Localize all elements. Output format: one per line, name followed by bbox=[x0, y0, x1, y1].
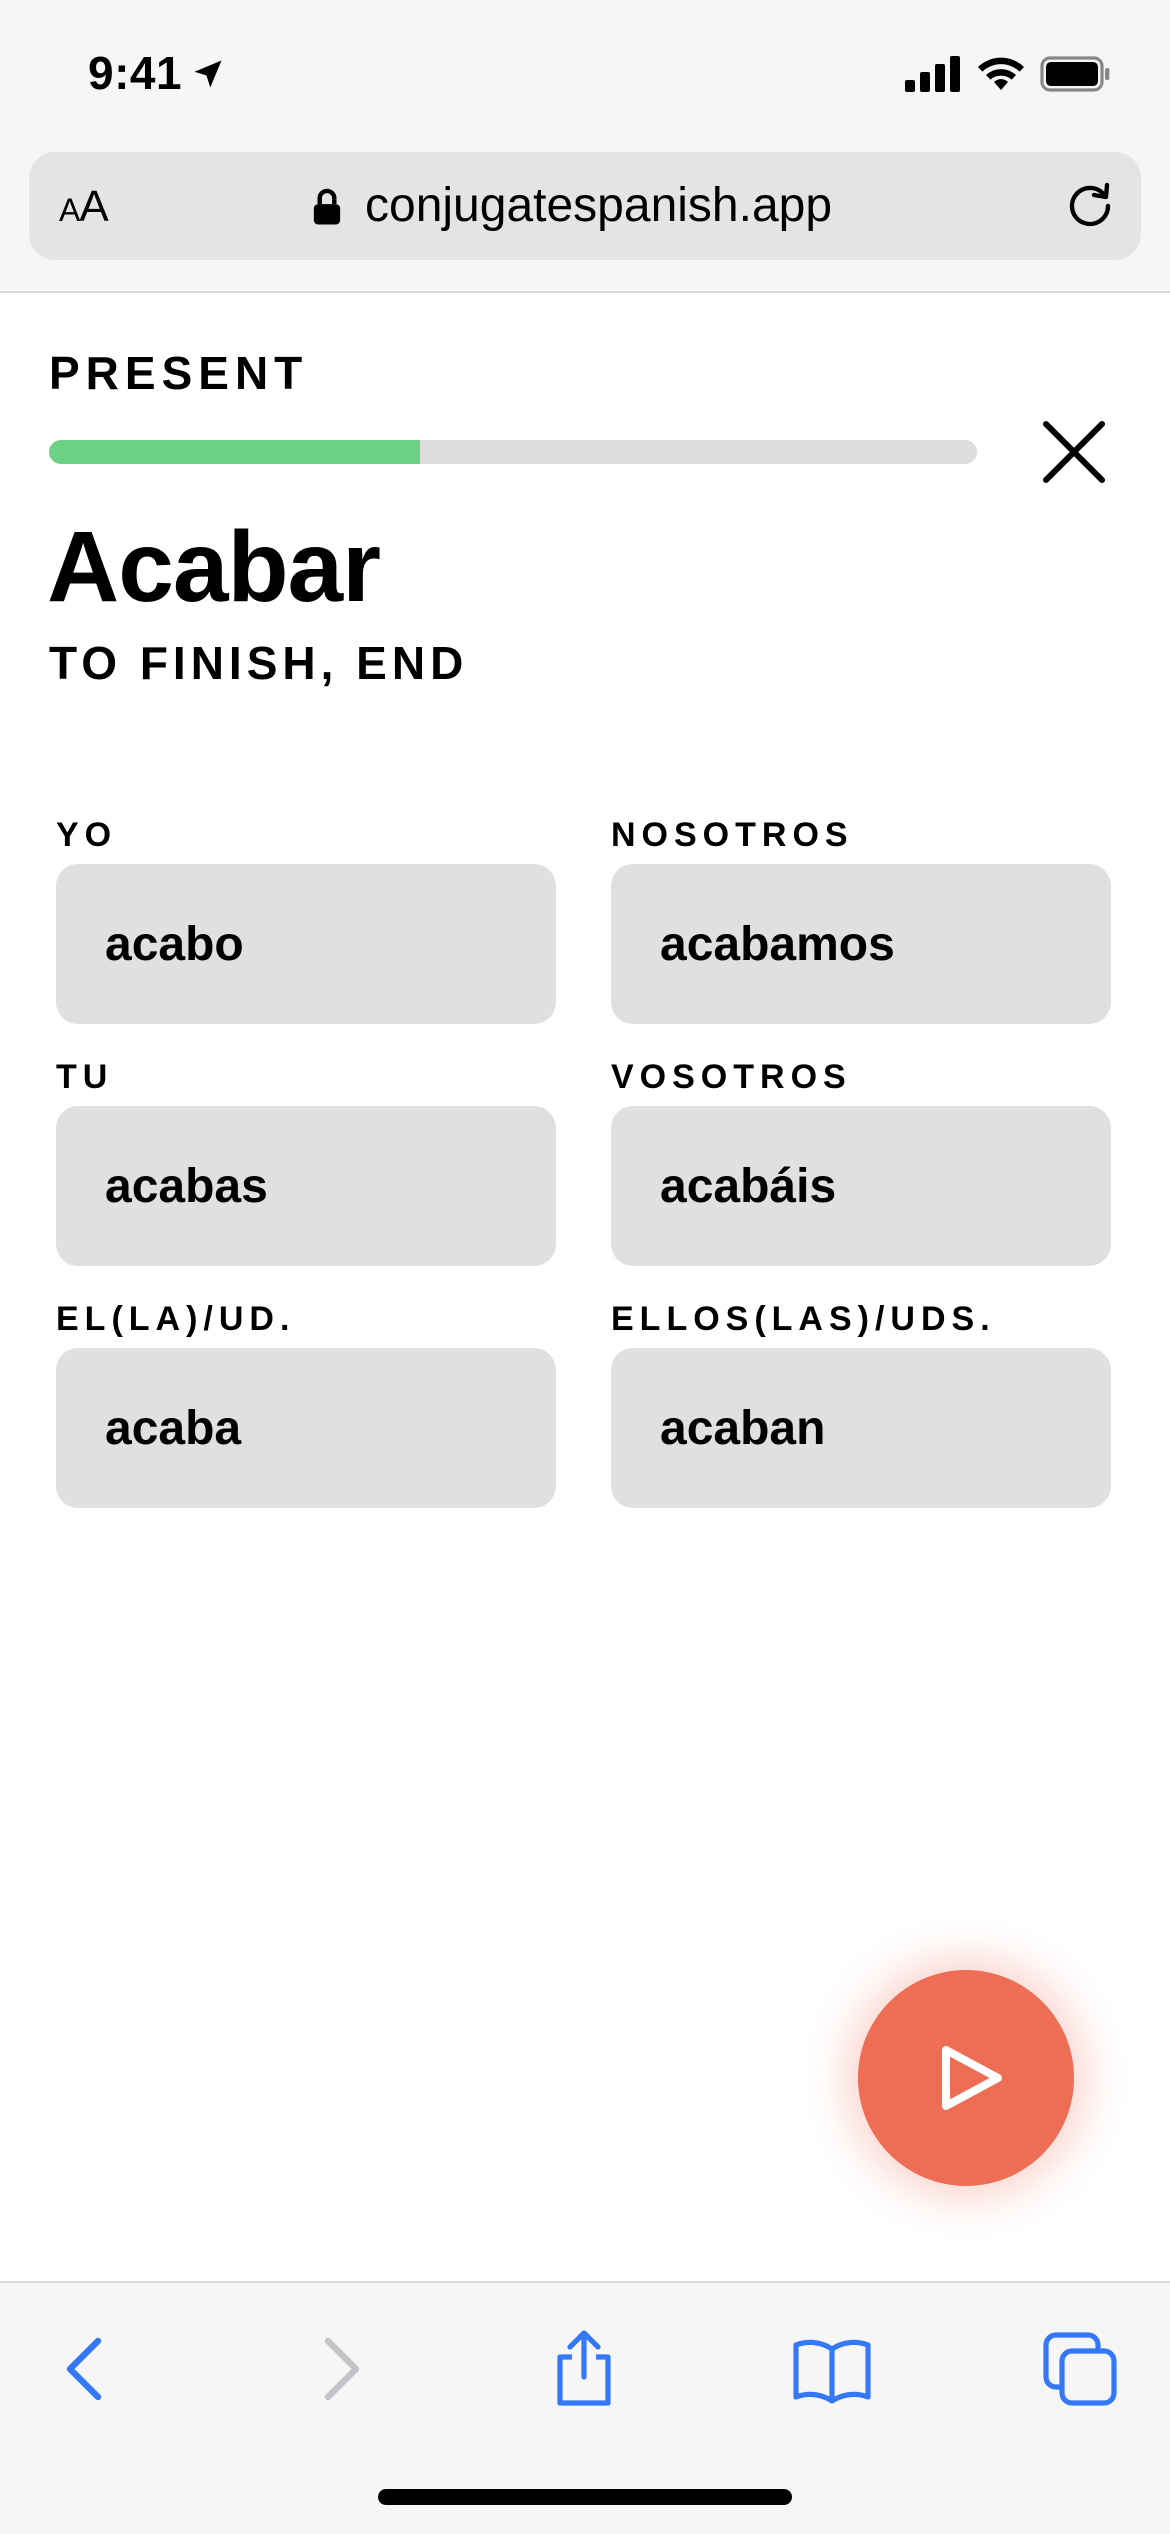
cellular-signal-icon bbox=[905, 56, 960, 92]
browser-bottom-toolbar bbox=[0, 2281, 1170, 2534]
wifi-icon bbox=[978, 57, 1024, 90]
close-icon[interactable] bbox=[1040, 418, 1108, 486]
conjugation-cell: EL(LA)/UD. acaba bbox=[56, 1296, 556, 1508]
answer-field-ellos-las-uds[interactable]: acaban bbox=[611, 1348, 1111, 1508]
pronoun-label: VOSOTROS bbox=[611, 1058, 852, 1096]
browser-top-bar: 9:41 AA conjugatespanish.app bbox=[0, 0, 1170, 293]
share-icon[interactable] bbox=[544, 2329, 624, 2409]
home-indicator bbox=[378, 2489, 792, 2505]
play-icon bbox=[942, 2046, 1002, 2110]
lock-icon bbox=[313, 188, 341, 225]
status-time: 9:41 bbox=[88, 47, 183, 99]
location-arrow-icon bbox=[194, 60, 222, 88]
pronoun-label: EL(LA)/UD. bbox=[56, 1300, 296, 1338]
conjugation-cell: YO acabo bbox=[56, 812, 556, 1024]
answer-field-el-la-ud[interactable]: acaba bbox=[56, 1348, 556, 1508]
text-size-button[interactable]: AA bbox=[59, 182, 109, 232]
url-text[interactable]: conjugatespanish.app bbox=[365, 178, 832, 233]
answer-field-tu[interactable]: acabas bbox=[56, 1106, 556, 1266]
play-button[interactable] bbox=[858, 1970, 1074, 2186]
conjugation-cell: ELLOS(LAS)/UDS. acaban bbox=[611, 1296, 1111, 1508]
bookmarks-icon[interactable] bbox=[792, 2329, 872, 2409]
pronoun-label: TU bbox=[56, 1058, 114, 1096]
answer-field-vosotros[interactable]: acabáis bbox=[611, 1106, 1111, 1266]
address-bar[interactable]: AA conjugatespanish.app bbox=[29, 152, 1141, 260]
conjugation-cell: TU acabas bbox=[56, 1054, 556, 1266]
verb-infinitive: Acabar bbox=[47, 511, 381, 623]
progress-bar-fill bbox=[49, 440, 421, 464]
tabs-icon[interactable] bbox=[1040, 2329, 1120, 2409]
tense-title: PRESENT bbox=[49, 347, 309, 399]
progress-bar bbox=[49, 440, 977, 464]
pronoun-label: YO bbox=[56, 816, 118, 854]
conjugation-cell: VOSOTROS acabáis bbox=[611, 1054, 1111, 1266]
back-icon[interactable] bbox=[46, 2329, 126, 2409]
pronoun-label: ELLOS(LAS)/UDS. bbox=[611, 1300, 996, 1338]
conjugation-grid: YO acabo NOSOTROS acabamos TU acabas VOS… bbox=[56, 812, 1114, 1508]
pronoun-label: NOSOTROS bbox=[611, 816, 854, 854]
answer-field-nosotros[interactable]: acabamos bbox=[611, 864, 1111, 1024]
forward-icon[interactable] bbox=[300, 2329, 380, 2409]
conjugation-cell: NOSOTROS acabamos bbox=[611, 812, 1111, 1024]
battery-icon bbox=[1040, 56, 1110, 92]
answer-field-yo[interactable]: acabo bbox=[56, 864, 556, 1024]
verb-translation: TO FINISH, END bbox=[49, 637, 469, 689]
reload-icon[interactable] bbox=[1064, 180, 1116, 232]
